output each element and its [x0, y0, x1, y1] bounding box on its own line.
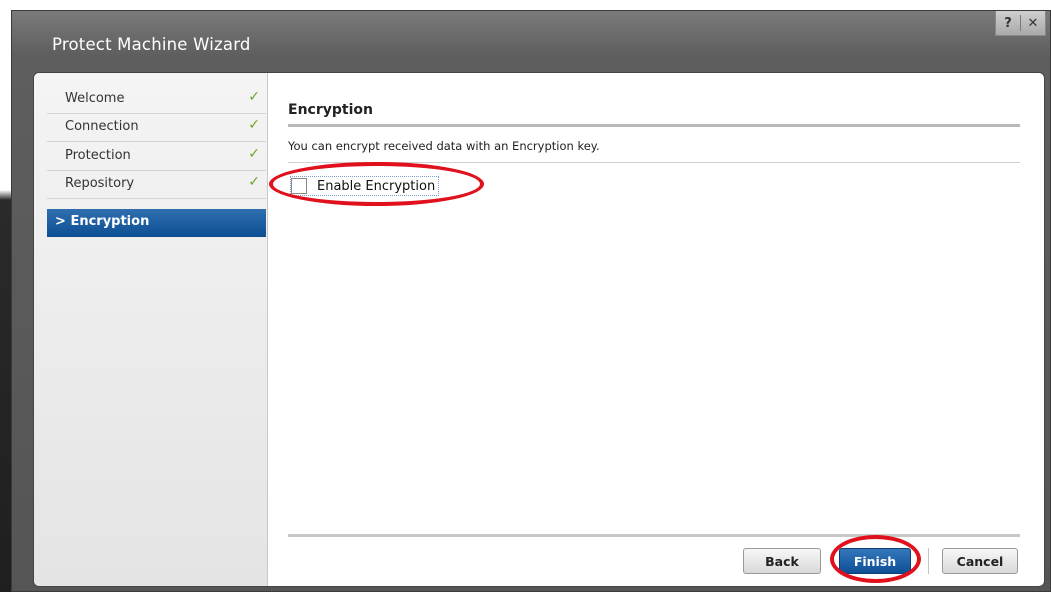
- title-divider: [288, 124, 1020, 127]
- cancel-button[interactable]: Cancel: [942, 548, 1018, 574]
- step-label: Protection: [65, 148, 131, 163]
- check-icon: ✓: [248, 117, 260, 133]
- step-encryption[interactable]: > Encryption: [47, 209, 266, 237]
- step-label-text: Encryption: [70, 214, 150, 229]
- dialog-title: Protect Machine Wizard: [52, 35, 251, 54]
- wizard-steps-sidebar: Welcome ✓ Connection ✓ Protection ✓ Repo…: [34, 73, 268, 586]
- highlight-annotation-finish: [830, 535, 921, 583]
- section-title: Encryption: [288, 102, 373, 118]
- help-button[interactable]: ?: [996, 11, 1020, 35]
- check-icon: ✓: [248, 146, 260, 162]
- title-buttons: ? ✕: [995, 11, 1046, 36]
- chevron-right-icon: >: [55, 214, 66, 229]
- back-button[interactable]: Back: [743, 548, 821, 574]
- protect-machine-wizard-dialog: Protect Machine Wizard ? ✕ Welcome ✓ Con…: [11, 10, 1051, 592]
- step-connection[interactable]: Connection ✓: [47, 114, 266, 142]
- step-welcome[interactable]: Welcome ✓: [47, 86, 266, 114]
- step-label: Connection: [65, 119, 139, 134]
- check-icon: ✓: [248, 174, 260, 190]
- wizard-content: Welcome ✓ Connection ✓ Protection ✓ Repo…: [33, 72, 1045, 587]
- step-label: Welcome: [65, 91, 125, 106]
- background-strip: [0, 0, 11, 592]
- step-protection[interactable]: Protection ✓: [47, 143, 266, 171]
- check-icon: ✓: [248, 89, 260, 105]
- footer-divider: [288, 534, 1020, 537]
- step-description: You can encrypt received data with an En…: [288, 139, 600, 153]
- step-label: Repository: [65, 176, 135, 191]
- close-button[interactable]: ✕: [1021, 11, 1045, 35]
- step-repository[interactable]: Repository ✓: [47, 171, 266, 199]
- highlight-annotation-encryption: [269, 162, 484, 206]
- step-label-active: > Encryption: [55, 214, 149, 229]
- step-panel: Encryption You can encrypt received data…: [269, 73, 1022, 586]
- button-divider: [928, 548, 929, 574]
